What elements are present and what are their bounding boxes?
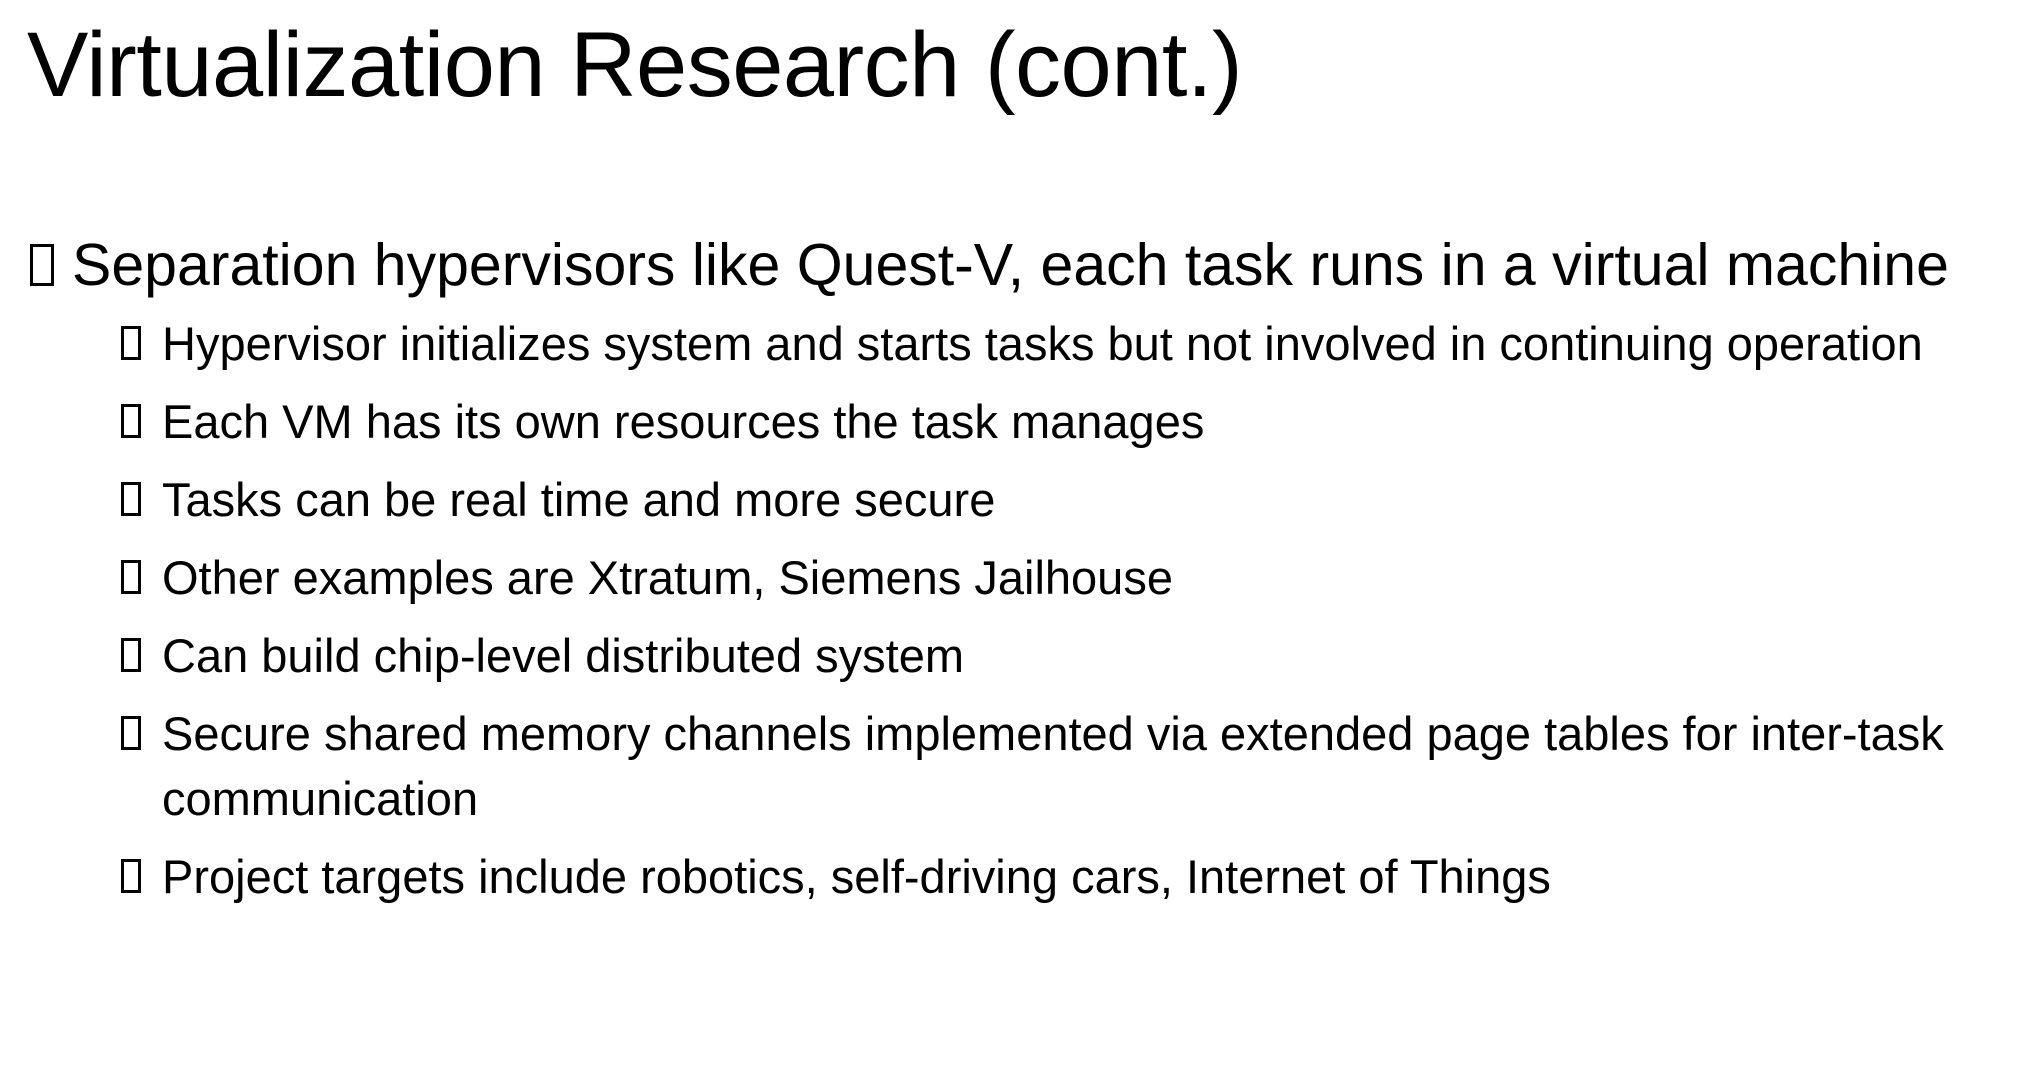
sub-bullet-item: Can build chip-level distributed system <box>0 623 2032 688</box>
square-bullet-icon <box>121 859 141 893</box>
sub-bullet-item: Project targets include robotics, self-d… <box>0 844 2032 909</box>
slide: Virtualization Research (cont.) Separati… <box>0 0 2044 1084</box>
sub-bullet-text: Each VM has its own resources the task m… <box>162 395 1205 448</box>
sub-bullet-text: Can build chip-level distributed system <box>162 629 964 682</box>
square-bullet-icon <box>121 482 141 516</box>
sub-bullet-text: Secure shared memory channels implemente… <box>162 707 1944 825</box>
square-bullet-icon <box>121 404 141 438</box>
square-bullet-icon <box>121 716 141 750</box>
sub-bullet-text: Hypervisor initializes system and starts… <box>162 317 1923 370</box>
sub-bullet-text: Tasks can be real time and more secure <box>162 473 996 526</box>
sub-bullet-item: Each VM has its own resources the task m… <box>0 389 2032 454</box>
sub-bullet-item: Other examples are Xtratum, Siemens Jail… <box>0 545 2032 610</box>
slide-body: Separation hypervisors like Quest-V, eac… <box>0 226 2044 922</box>
square-bullet-icon <box>30 244 54 286</box>
square-bullet-icon <box>121 560 141 594</box>
bullet-text: Separation hypervisors like Quest-V, eac… <box>72 232 1949 298</box>
sub-bullet-text: Other examples are Xtratum, Siemens Jail… <box>162 551 1173 604</box>
bullet-item: Separation hypervisors like Quest-V, eac… <box>0 226 2032 305</box>
sub-bullet-item: Secure shared memory channels implemente… <box>0 701 2032 831</box>
slide-title: Virtualization Research (cont.) <box>27 14 1243 116</box>
sub-bullet-item: Tasks can be real time and more secure <box>0 467 2032 532</box>
sub-bullet-item: Hypervisor initializes system and starts… <box>0 311 2032 376</box>
square-bullet-icon <box>121 326 141 360</box>
sub-bullet-text: Project targets include robotics, self-d… <box>162 850 1551 903</box>
square-bullet-icon <box>121 638 141 672</box>
